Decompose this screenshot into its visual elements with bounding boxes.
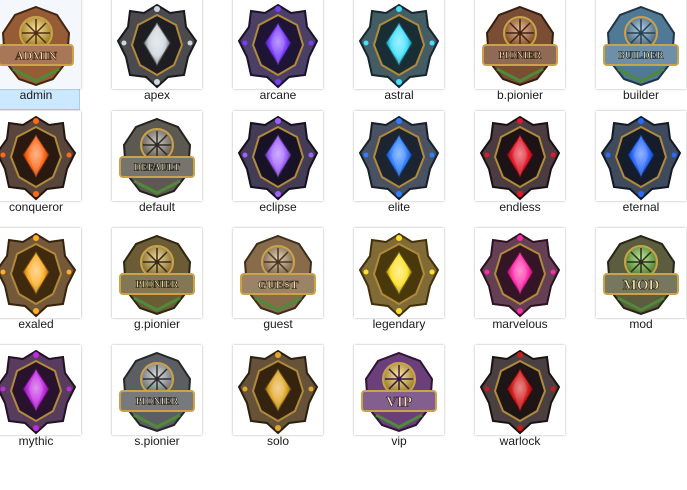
apex-badge-icon: [112, 0, 202, 89]
file-item-mythic[interactable]: mythic: [0, 344, 81, 456]
file-item-guest[interactable]: GUEST guest: [232, 227, 323, 339]
file-item-elite[interactable]: elite: [353, 110, 444, 222]
badge-text: GUEST: [258, 277, 299, 291]
elite-badge-icon: [354, 111, 444, 201]
file-name-label: guest: [263, 317, 293, 331]
file-name-label: elite: [387, 200, 410, 214]
file-item-b.pionier[interactable]: PIONIER b.pionier: [474, 0, 565, 110]
file-name-label: default: [138, 200, 176, 214]
file-name-label: endless: [499, 200, 541, 214]
file-name-label: builder: [622, 88, 660, 102]
mod-badge-icon: MOD: [596, 228, 686, 318]
badge-text: ADMIN: [15, 48, 57, 62]
endless-badge-icon: [475, 111, 565, 201]
admin-badge-icon: ADMIN: [0, 0, 81, 89]
badge-text: PIONIER: [136, 397, 180, 408]
file-item-vip[interactable]: VIP vip: [353, 344, 444, 456]
vip-badge-icon: VIP: [354, 345, 444, 435]
file-name-label: b.pionier: [496, 88, 544, 102]
file-item-mod[interactable]: MOD mod: [595, 227, 686, 339]
eclipse-badge-icon: [233, 111, 323, 201]
file-name-label: eclipse: [259, 200, 297, 214]
badge-text: PIONIER: [499, 51, 543, 62]
file-item-eclipse[interactable]: eclipse: [232, 110, 323, 222]
badge-text: VIP: [386, 394, 412, 410]
builder-badge-icon: BUILDER: [596, 0, 686, 89]
file-name-label: solo: [266, 434, 289, 448]
badge-text: MOD: [623, 277, 660, 293]
gold-pionier-badge-icon: PIONIER: [112, 228, 202, 318]
file-icon-grid: ADMIN admin apex arcane astral PIONIER b…: [0, 0, 687, 490]
badge-text: DEFAULT: [134, 163, 180, 174]
file-item-marvelous[interactable]: marvelous: [474, 227, 565, 339]
file-name-label: s.pionier: [134, 434, 180, 448]
file-item-apex[interactable]: apex: [111, 0, 202, 110]
marvelous-badge-icon: [475, 228, 565, 318]
eternal-badge-icon: [596, 111, 686, 201]
badge-text: PIONIER: [136, 280, 180, 291]
file-item-legendary[interactable]: legendary: [353, 227, 444, 339]
warlock-badge-icon: [475, 345, 565, 435]
arcane-badge-icon: [233, 0, 323, 89]
file-name-label: astral: [384, 88, 414, 102]
mythic-badge-icon: [0, 345, 81, 435]
file-item-astral[interactable]: astral: [353, 0, 444, 110]
file-item-eternal[interactable]: eternal: [595, 110, 686, 222]
file-name-label: exaled: [18, 317, 54, 331]
file-item-endless[interactable]: endless: [474, 110, 565, 222]
file-item-s.pionier[interactable]: PIONIER s.pionier: [111, 344, 202, 456]
file-name-label: eternal: [622, 200, 660, 214]
silver-pionier-badge-icon: PIONIER: [112, 345, 202, 435]
file-name-label: vip: [391, 434, 407, 448]
file-name-label: marvelous: [492, 317, 548, 331]
file-name-label: g.pionier: [133, 317, 181, 331]
file-item-arcane[interactable]: arcane: [232, 0, 323, 110]
exaled-badge-icon: [0, 228, 81, 318]
astral-badge-icon: [354, 0, 444, 89]
badge-text: BUILDER: [618, 51, 664, 62]
file-item-exaled[interactable]: exaled: [0, 227, 81, 339]
file-name-label: admin: [19, 88, 53, 102]
file-item-default[interactable]: DEFAULT default: [111, 110, 202, 222]
legendary-badge-icon: [354, 228, 444, 318]
default-badge-icon: DEFAULT: [112, 111, 202, 201]
file-name-label: warlock: [499, 434, 541, 448]
file-item-g.pionier[interactable]: PIONIER g.pionier: [111, 227, 202, 339]
file-item-admin[interactable]: ADMIN admin: [0, 0, 81, 110]
solo-badge-icon: [233, 345, 323, 435]
file-name-label: apex: [143, 88, 171, 102]
file-item-builder[interactable]: BUILDER builder: [595, 0, 686, 110]
file-name-label: legendary: [372, 317, 426, 331]
file-item-conqueror[interactable]: conqueror: [0, 110, 81, 222]
file-name-label: conqueror: [8, 200, 64, 214]
bronze-pionier-badge-icon: PIONIER: [475, 0, 565, 89]
file-name-label: mythic: [18, 434, 54, 448]
conqueror-badge-icon: [0, 111, 81, 201]
file-item-warlock[interactable]: warlock: [474, 344, 565, 456]
file-name-label: arcane: [259, 88, 297, 102]
guest-badge-icon: GUEST: [233, 228, 323, 318]
file-item-solo[interactable]: solo: [232, 344, 323, 456]
file-name-label: mod: [629, 317, 653, 331]
